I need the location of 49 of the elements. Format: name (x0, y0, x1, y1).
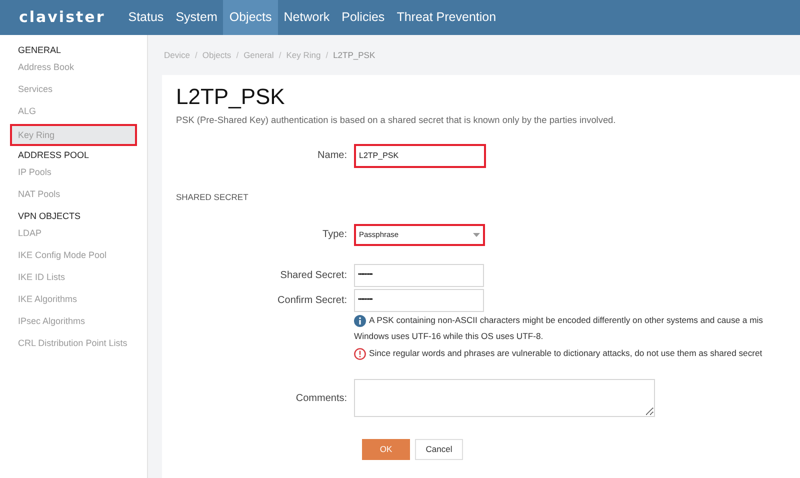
field-label: Comments: (294, 392, 348, 406)
breadcrumb-link[interactable]: Device (164, 48, 190, 62)
field-label: Confirm Secret: (276, 294, 348, 308)
page-description: PSK (Pre-Shared Key) authentication is based on a shared secret that is known only by the parties involved. (176, 114, 617, 127)
sidebar-item[interactable]: Services (0, 80, 147, 102)
message-text: Since regular words and phrases are vulnerable to dictionary attacks, do not use them as shared secret (369, 347, 762, 360)
caret-icon (473, 232, 480, 237)
nav-tab[interactable]: Network (278, 0, 336, 35)
breadcrumb-current: L2TP_PSK (333, 48, 376, 62)
breadcrumb-link[interactable]: Objects (202, 48, 232, 62)
info-icon (354, 314, 366, 327)
sidebar-item[interactable]: ALG (0, 102, 147, 124)
nav-tab[interactable]: Status (122, 0, 170, 35)
sidebar-item[interactable]: IKE Algorithms (0, 290, 147, 312)
sidebar-item[interactable]: Key Ring (10, 124, 137, 146)
nav-tab[interactable]: System (170, 0, 224, 35)
field-label: Shared Secret: (279, 268, 348, 283)
comments-field[interactable] (354, 379, 655, 418)
sidebar-item[interactable]: LDAP (0, 224, 147, 246)
field-label: Type: (322, 228, 348, 242)
name-field[interactable]: L2TP_PSK (354, 144, 486, 168)
sidebar-item[interactable]: CRL Distribution Point Lists (0, 334, 147, 356)
logo: clavister (19, 7, 106, 28)
breadcrumb-separator: / (236, 48, 239, 62)
sidebar-section-title: GENERAL (17, 44, 62, 57)
message-text: Windows uses UTF-16 while this OS uses UTF-8. (354, 330, 544, 344)
sidebar-section-title: VPN OBJECTS (17, 210, 82, 223)
field-label: Name: (316, 149, 348, 164)
page-title: L2TP_PSK (176, 83, 286, 111)
nav-tab[interactable]: Objects (223, 0, 278, 35)
sidebar-item[interactable]: Address Book (0, 58, 147, 80)
cancel-button[interactable]: Cancel (415, 439, 463, 460)
sidebar-section-title: ADDRESS POOL (17, 149, 90, 162)
sidebar-item[interactable]: IKE Config Mode Pool (0, 246, 147, 268)
sidebar-item[interactable]: IPsec Algorithms (0, 312, 147, 334)
breadcrumb-link[interactable]: General (244, 48, 274, 62)
sidebar-item[interactable]: IP Pools (0, 163, 147, 185)
breadcrumb-separator: / (194, 48, 198, 62)
nav-tab[interactable]: Policies (336, 0, 391, 35)
breadcrumb-separator: / (326, 48, 328, 62)
sidebar-item[interactable]: IKE ID Lists (0, 268, 147, 290)
breadcrumb-separator: / (278, 48, 282, 62)
message-text: A PSK containing non-ASCII characters might be encoded differently on other systems and cause a mis (369, 314, 763, 326)
ok-button[interactable]: OK (362, 439, 410, 460)
breadcrumb-link[interactable]: Key Ring (286, 48, 321, 62)
nav-tab[interactable]: Threat Prevention (390, 0, 502, 35)
sidebar-item[interactable]: NAT Pools (0, 185, 147, 207)
warning-icon (354, 348, 366, 360)
section-title: SHARED SECRET (176, 190, 250, 204)
